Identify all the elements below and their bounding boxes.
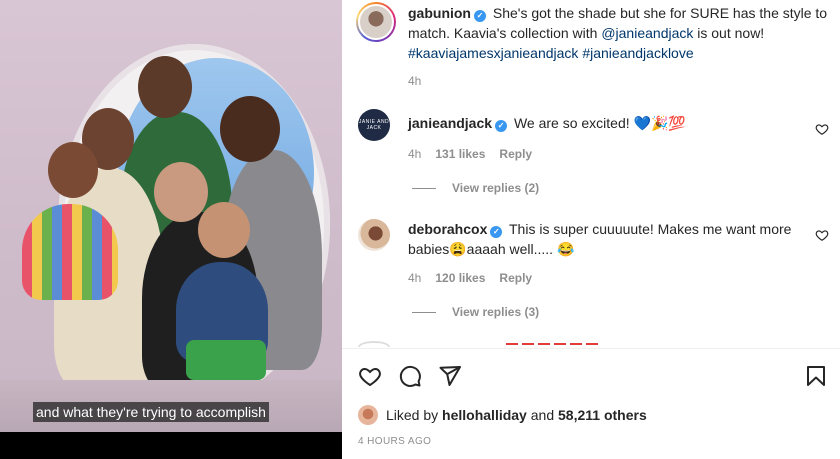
reply-button[interactable]: Reply bbox=[499, 271, 532, 285]
view-replies-button[interactable]: View replies (2) bbox=[412, 181, 539, 195]
comment-meta: 4h 120 likes Reply bbox=[408, 271, 532, 285]
comment-heart-icon[interactable] bbox=[815, 122, 829, 136]
next-comment-peek bbox=[356, 341, 616, 347]
comment-username[interactable]: deborahcox bbox=[408, 221, 487, 237]
comment-text: We are so excited! 💙🎉💯 bbox=[513, 115, 686, 131]
comment-time[interactable]: 4h bbox=[408, 271, 421, 285]
liker-avatar[interactable] bbox=[358, 405, 378, 425]
video-frame bbox=[0, 0, 342, 432]
liker-username[interactable]: hellohalliday bbox=[442, 405, 527, 425]
hashtag-link[interactable]: #janieandjacklove bbox=[582, 45, 693, 61]
comment-likes[interactable]: 120 likes bbox=[435, 271, 485, 285]
commenter-avatar[interactable]: JANIE AND JACK bbox=[358, 109, 390, 141]
post-caption: gabunion ✓ She's got the shade but she fo… bbox=[408, 3, 828, 63]
author-username[interactable]: gabunion bbox=[408, 5, 471, 21]
post-timestamp[interactable]: 4 HOURS AGO bbox=[358, 436, 431, 447]
commenter-avatar[interactable] bbox=[358, 219, 390, 251]
verified-icon: ✓ bbox=[490, 226, 503, 238]
caption-mention-link[interactable]: @janieandjack bbox=[601, 25, 693, 41]
figure-toddler-girl bbox=[22, 204, 118, 300]
video-subtitle: and what they're trying to accomplish bbox=[33, 402, 269, 422]
author-avatar[interactable] bbox=[356, 2, 396, 42]
comment-time[interactable]: 4h bbox=[408, 147, 421, 161]
share-icon[interactable] bbox=[438, 364, 462, 388]
save-icon[interactable] bbox=[804, 364, 828, 388]
comment: deborahcox ✓ This is super cuuuuute! Make… bbox=[408, 219, 808, 259]
comment-icon[interactable] bbox=[398, 364, 422, 388]
liked-by: Liked by hellohalliday and 58,211 others bbox=[358, 405, 647, 425]
comment-likes[interactable]: 131 likes bbox=[435, 147, 485, 161]
comment-meta: 4h 131 likes Reply bbox=[408, 147, 532, 161]
verified-icon: ✓ bbox=[474, 10, 486, 22]
heart-icon[interactable] bbox=[358, 364, 382, 388]
post-video[interactable]: and what they're trying to accomplish bbox=[0, 0, 342, 459]
comment: janieandjack ✓ We are so excited! 💙🎉💯 bbox=[408, 113, 808, 133]
verified-icon: ✓ bbox=[495, 120, 508, 132]
hashtag-link[interactable]: #kaaviajamesxjanieandjack bbox=[408, 45, 578, 61]
comment-heart-icon[interactable] bbox=[815, 228, 829, 242]
post-panel: gabunion ✓ She's got the shade but she fo… bbox=[342, 0, 840, 459]
caption-timestamp[interactable]: 4h bbox=[408, 74, 421, 88]
view-replies-button[interactable]: View replies (3) bbox=[412, 305, 539, 319]
divider bbox=[342, 348, 840, 349]
caption-text-after: is out now! bbox=[697, 25, 765, 41]
likes-count-link[interactable]: 58,211 others bbox=[558, 405, 647, 425]
comment-username[interactable]: janieandjack bbox=[408, 115, 492, 131]
reply-button[interactable]: Reply bbox=[499, 147, 532, 161]
